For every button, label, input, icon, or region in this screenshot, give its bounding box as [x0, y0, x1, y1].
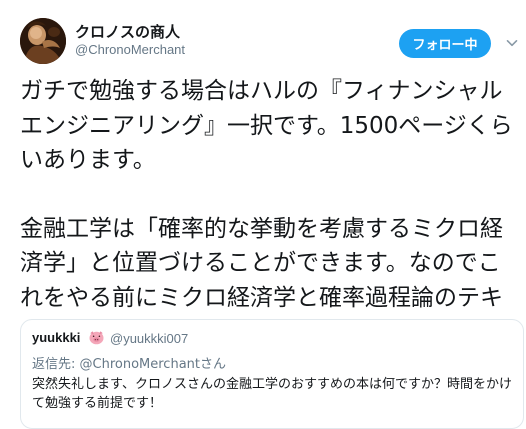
quoted-tweet[interactable]: yuukkki @yuukkki007 返信先: @ChronoMerchant…: [20, 319, 524, 429]
following-button[interactable]: フォロー中: [399, 29, 491, 58]
author-avatar[interactable]: [20, 18, 66, 64]
chevron-down-icon[interactable]: [506, 37, 518, 49]
pig-icon: [89, 331, 104, 345]
quoted-handle[interactable]: @yuukkki007: [110, 331, 188, 346]
author-display-name[interactable]: クロノスの商人: [75, 21, 180, 42]
quoted-display-name[interactable]: yuukkki: [32, 330, 80, 345]
quoted-tweet-text: 突然失礼します、クロノスさんの金融工学のおすすめの本は何ですか？時間をかけて勉強…: [32, 377, 512, 411]
tweet-card: クロノスの商人 @ChronoMerchant フォロー中 ガチで勉強する場合は…: [0, 0, 526, 429]
reply-suffix: さん: [200, 357, 227, 372]
tweet-paragraph: ガチで勉強する場合はハルの『フィナンシャルエンジニアリング』一択です。1500ペ…: [20, 78, 513, 173]
reply-prefix: 返信先:: [32, 357, 80, 372]
avatar-image: [20, 18, 66, 64]
reply-mention-link[interactable]: @ChronoMerchant: [80, 357, 201, 372]
reply-to-line: 返信先: @ChronoMerchantさん: [32, 353, 226, 372]
author-handle[interactable]: @ChronoMerchant: [75, 42, 185, 57]
tweet-text: ガチで勉強する場合はハルの『フィナンシャルエンジニアリング』一択です。1500ペ…: [20, 74, 520, 350]
